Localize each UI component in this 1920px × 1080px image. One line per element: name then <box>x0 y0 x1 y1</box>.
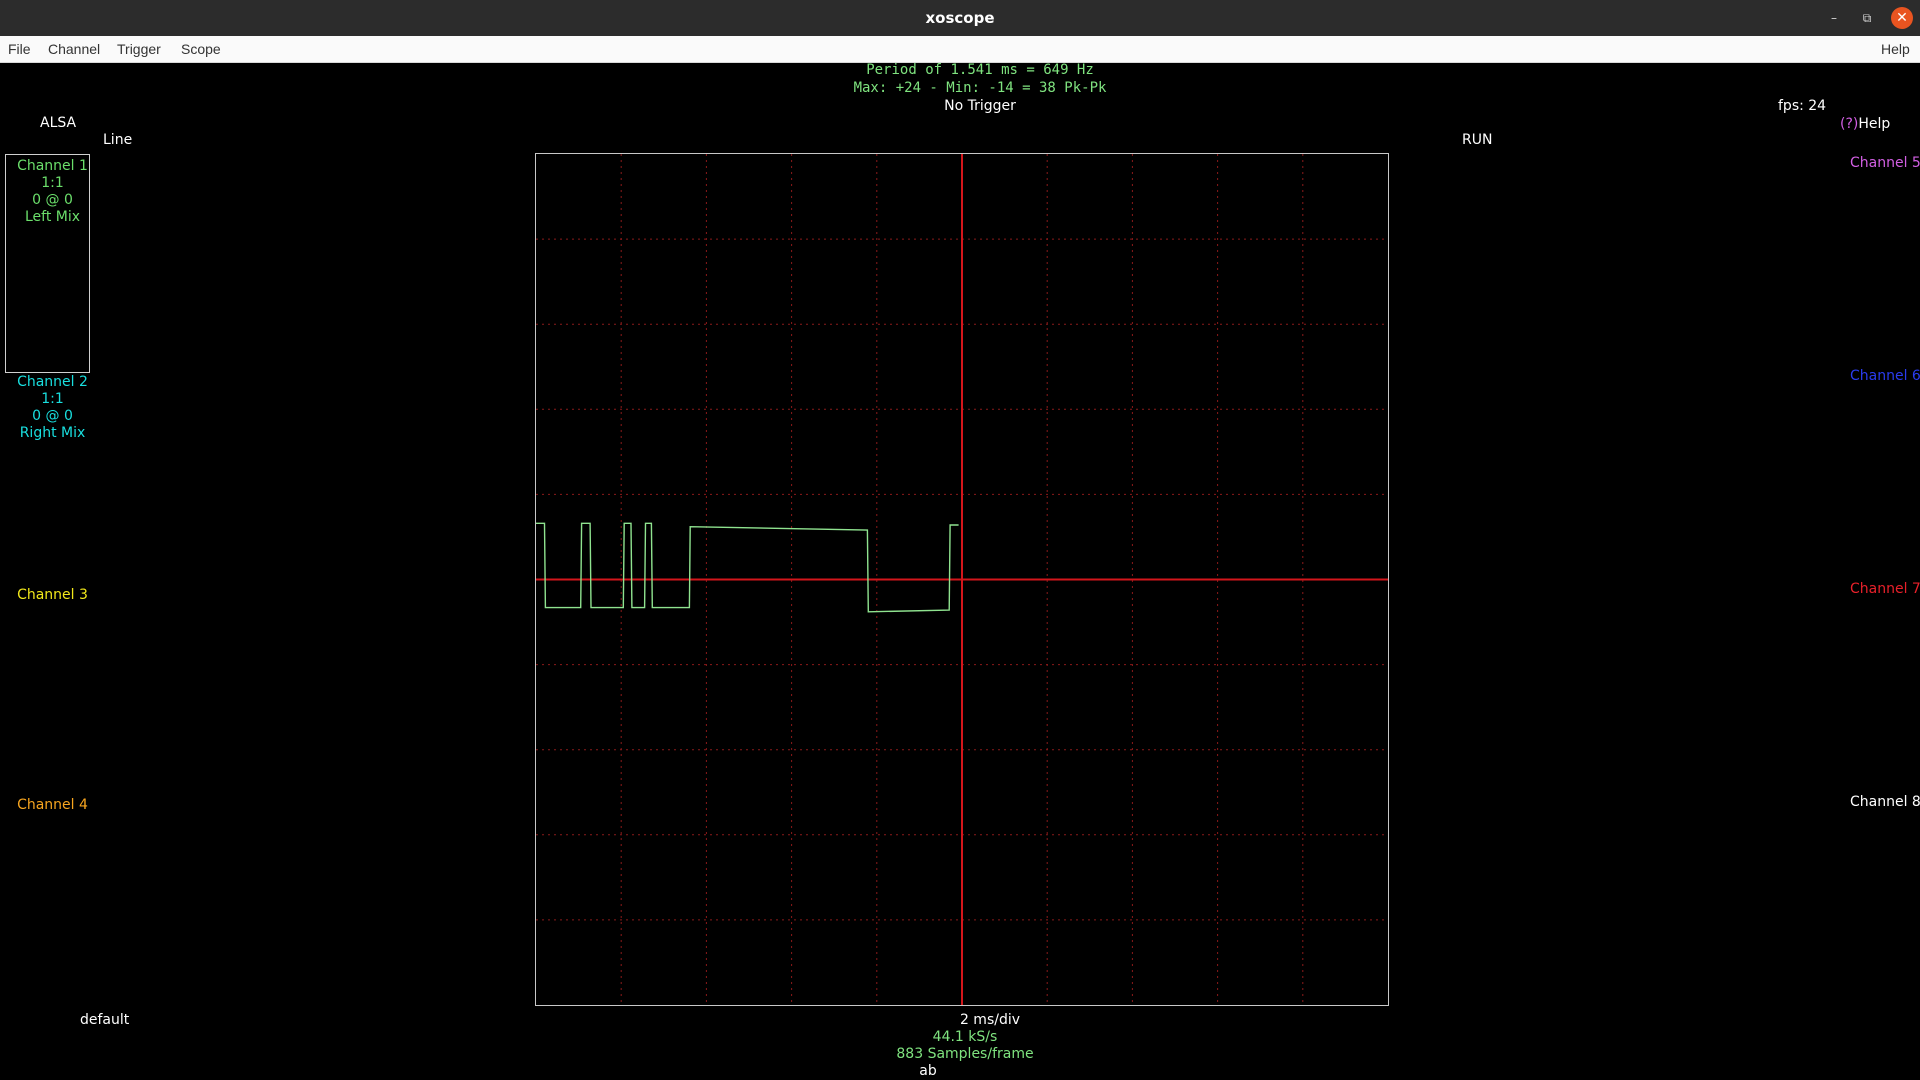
channel-1-trace <box>536 522 959 613</box>
samples-per-frame-label: 883 Samples/frame <box>896 1046 1034 1062</box>
menu-help[interactable]: Help <box>1881 36 1910 62</box>
menu-file[interactable]: File <box>8 36 31 62</box>
menu-scope[interactable]: Scope <box>181 36 221 62</box>
menu-channel[interactable]: Channel <box>48 36 100 62</box>
minimize-icon[interactable]: – <box>1824 8 1844 28</box>
preset-label: default <box>80 1012 130 1028</box>
help-label: Help <box>1858 116 1891 132</box>
channel-1-position: 0 @ 0 <box>32 192 73 208</box>
title-bar: xoscope – ⧉ ✕ <box>0 0 1920 36</box>
fps-counter: fps: 24 <box>1778 98 1827 114</box>
run-status: RUN <box>1462 132 1493 148</box>
channel-7-name[interactable]: Channel 7 <box>1850 581 1920 598</box>
window-title: xoscope <box>925 9 995 27</box>
channel-5-name[interactable]: Channel 5 <box>1850 155 1920 172</box>
channel-2-position: 0 @ 0 <box>32 408 73 424</box>
maxmin-readout: Max: +24 - Min: -14 = 38 Pk-Pk <box>853 80 1107 96</box>
sample-rate-label: 44.1 kS/s <box>932 1029 998 1045</box>
channel-2-scale: 1:1 <box>41 391 64 407</box>
channel-2-name[interactable]: Channel 2 <box>5 374 100 391</box>
channel-2-source: Right Mix <box>19 425 86 441</box>
scope-display[interactable] <box>535 153 1389 1006</box>
channel-1-name[interactable]: Channel 1 <box>5 158 100 175</box>
plot-mode-label: ab <box>919 1063 937 1079</box>
channel-1-source: Left Mix <box>24 209 81 225</box>
maximize-icon[interactable]: ⧉ <box>1857 8 1877 28</box>
help-key: (?) <box>1840 116 1859 132</box>
line-mode-label: Line <box>103 132 133 148</box>
trigger-status: No Trigger <box>944 98 1016 114</box>
channel-4-name[interactable]: Channel 4 <box>5 797 100 814</box>
source-label: ALSA <box>40 115 77 131</box>
channel-8-name[interactable]: Channel 8 <box>1850 794 1920 811</box>
scope-plot <box>536 154 1388 1005</box>
trace-layer <box>536 522 959 613</box>
close-icon[interactable]: ✕ <box>1891 7 1913 29</box>
channel-3-name[interactable]: Channel 3 <box>5 587 100 604</box>
timebase-label: 2 ms/div <box>959 1012 1021 1028</box>
menu-bar: File Channel Trigger Scope Help <box>0 36 1920 63</box>
channel-1-scale: 1:1 <box>41 175 64 191</box>
menu-trigger[interactable]: Trigger <box>117 36 161 62</box>
channel-6-name[interactable]: Channel 6 <box>1850 368 1920 385</box>
period-readout: Period of 1.541 ms = 649 Hz <box>866 62 1094 78</box>
center-axes <box>536 154 1388 1005</box>
help-hint: (?)Help <box>1840 116 1890 133</box>
